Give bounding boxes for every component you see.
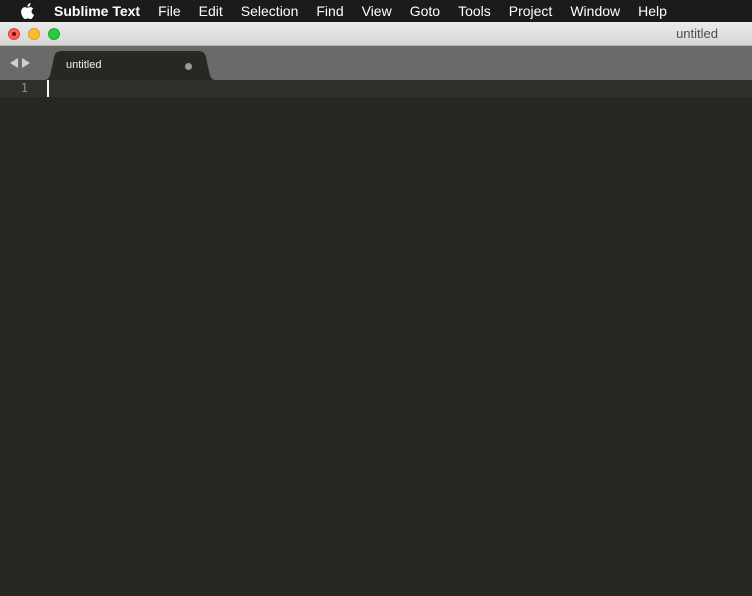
menu-edit[interactable]: Edit	[190, 0, 232, 22]
line-number-gutter: 1	[0, 80, 44, 596]
menu-window[interactable]: Window	[561, 0, 629, 22]
menu-tools[interactable]: Tools	[449, 0, 500, 22]
current-line-highlight	[0, 80, 752, 97]
next-tab-arrow-icon[interactable]	[22, 58, 30, 68]
close-window-button[interactable]	[8, 28, 20, 40]
editor-area[interactable]: 1	[0, 80, 752, 596]
zoom-window-button[interactable]	[48, 28, 60, 40]
tab-bar: untitled	[0, 46, 752, 80]
menu-file[interactable]: File	[149, 0, 190, 22]
menu-project[interactable]: Project	[500, 0, 562, 22]
minimize-window-button[interactable]	[28, 28, 40, 40]
line-number: 1	[20, 81, 28, 95]
menu-selection[interactable]: Selection	[232, 0, 308, 22]
text-cursor	[47, 80, 49, 97]
tab-untitled[interactable]: untitled	[44, 51, 216, 80]
window-title-bar[interactable]: untitled	[0, 22, 752, 46]
menu-view[interactable]: View	[353, 0, 401, 22]
window-title: untitled	[676, 26, 718, 41]
menu-bar: Sublime Text File Edit Selection Find Vi…	[0, 0, 752, 22]
unsaved-changes-dot-icon[interactable]	[185, 63, 192, 70]
menu-find[interactable]: Find	[307, 0, 352, 22]
menu-goto[interactable]: Goto	[401, 0, 449, 22]
previous-tab-arrow-icon[interactable]	[10, 58, 18, 68]
tab-navigation	[10, 58, 30, 68]
menu-help[interactable]: Help	[629, 0, 676, 22]
tab-label: untitled	[66, 59, 102, 71]
apple-logo-icon[interactable]	[20, 3, 34, 19]
menu-app-name[interactable]: Sublime Text	[54, 0, 149, 22]
